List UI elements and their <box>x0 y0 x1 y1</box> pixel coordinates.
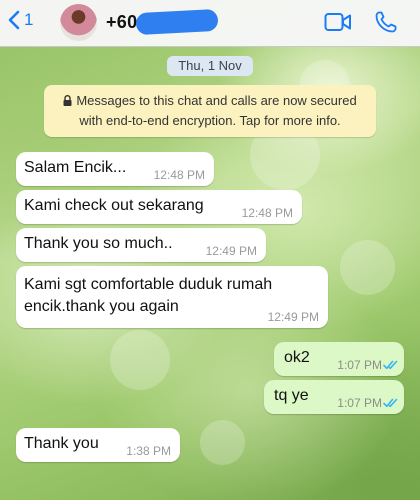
contact-avatar[interactable] <box>60 4 97 41</box>
message-time: 1:07 PM <box>337 358 382 372</box>
message-time: 12:49 PM <box>205 244 257 258</box>
video-camera-icon <box>324 13 351 31</box>
message-incoming[interactable]: Kami check out sekarang 12:48 PM <box>16 190 302 224</box>
message-incoming[interactable]: Thank you so much.. 12:49 PM <box>16 228 266 262</box>
wallpaper-bokeh <box>340 240 395 295</box>
message-text-line1: Kami sgt comfortable duduk rumah <box>24 276 273 293</box>
message-time: 12:48 PM <box>153 168 205 182</box>
wallpaper-bokeh <box>110 330 170 390</box>
message-incoming[interactable]: Kami sgt comfortable duduk rumah encik.t… <box>16 266 328 328</box>
back-button[interactable]: 1 <box>8 10 33 30</box>
voice-call-button[interactable] <box>374 10 398 39</box>
encryption-notice-line1: Messages to this chat and calls are now … <box>54 91 366 111</box>
message-time: 12:48 PM <box>241 206 293 220</box>
wallpaper-bokeh <box>200 420 245 465</box>
encryption-notice[interactable]: Messages to this chat and calls are now … <box>44 85 376 137</box>
double-check-icon <box>383 360 398 370</box>
message-time: 1:38 PM <box>126 444 171 458</box>
phone-icon <box>375 11 397 33</box>
date-separator: Thu, 1 Nov <box>167 56 253 76</box>
message-incoming[interactable]: Salam Encik... 12:48 PM <box>16 152 214 186</box>
video-call-button[interactable] <box>324 12 352 37</box>
chat-header: 1 +60 4231 <box>0 0 420 47</box>
message-incoming[interactable]: Thank you 1:38 PM <box>16 428 180 462</box>
lock-icon <box>63 95 72 106</box>
message-outgoing[interactable]: ok2 1:07 PM <box>274 342 404 376</box>
double-check-icon <box>383 398 398 408</box>
encryption-notice-line2: with end-to-end encryption. Tap for more… <box>79 113 341 128</box>
chevron-left-icon <box>8 10 20 30</box>
message-outgoing[interactable]: tq ye 1:07 PM <box>264 380 404 414</box>
unread-count: 1 <box>24 10 34 29</box>
encryption-notice-text1: Messages to this chat and calls are now … <box>76 93 357 108</box>
redaction-scribble <box>135 8 219 36</box>
message-time: 12:49 PM <box>267 310 319 324</box>
message-time: 1:07 PM <box>337 396 382 410</box>
